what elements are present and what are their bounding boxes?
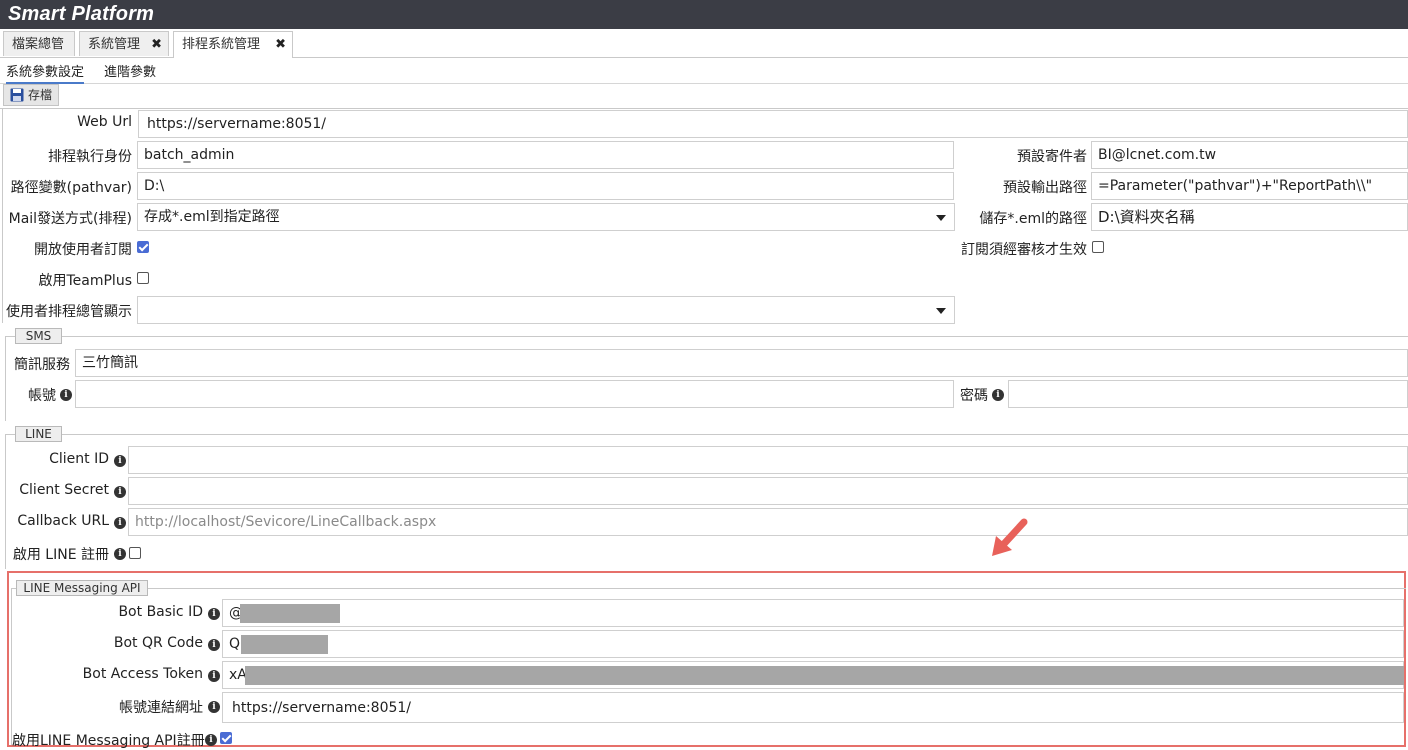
floppy-disk-icon bbox=[10, 88, 24, 102]
callback-url-label: Callback URL bbox=[17, 513, 109, 529]
caret-down-icon bbox=[936, 215, 946, 221]
eml-path-label: 儲存*.eml的路徑 bbox=[979, 211, 1087, 227]
sms-account-input[interactable] bbox=[75, 380, 954, 408]
info-icon[interactable]: i bbox=[205, 734, 217, 746]
bot-access-token-label: Bot Access Token bbox=[82, 666, 203, 682]
bot-basic-id-input[interactable]: @ bbox=[222, 599, 1404, 627]
tab-label: 檔案總管 bbox=[12, 37, 65, 52]
sms-account-label: 帳號 bbox=[28, 388, 56, 404]
tab-system-management[interactable]: 系統管理 ✖ bbox=[79, 31, 169, 56]
subscription-review-label: 訂閱須經審核才生效 bbox=[961, 242, 1087, 258]
info-icon[interactable]: i bbox=[114, 486, 126, 498]
save-button-label: 存檔 bbox=[28, 88, 53, 102]
user-schedule-display-label: 使用者排程總管顯示 bbox=[6, 304, 132, 320]
enable-line-register-label: 啟用 LINE 註冊 bbox=[12, 547, 109, 563]
info-icon[interactable]: i bbox=[208, 701, 220, 713]
enable-messaging-register-checkbox[interactable] bbox=[220, 732, 232, 744]
web-url-label: Web Url bbox=[77, 114, 132, 130]
open-subscription-checkbox[interactable] bbox=[137, 241, 149, 253]
sms-password-label: 密碼 bbox=[960, 388, 988, 404]
info-icon[interactable]: i bbox=[208, 639, 220, 651]
info-icon[interactable]: i bbox=[992, 389, 1004, 401]
app-title: Smart Platform bbox=[8, 3, 155, 25]
close-icon[interactable]: ✖ bbox=[151, 32, 162, 57]
caret-down-icon bbox=[936, 308, 946, 314]
user-schedule-display-select[interactable] bbox=[137, 296, 955, 324]
sms-password-input[interactable] bbox=[1008, 380, 1408, 408]
line-messaging-section-divider bbox=[11, 588, 1406, 589]
info-icon[interactable]: i bbox=[114, 548, 126, 560]
tab-label: 系統管理 bbox=[88, 37, 141, 52]
callback-url-input[interactable]: http://localhost/Sevicore/LineCallback.a… bbox=[128, 508, 1408, 536]
sms-section-divider bbox=[5, 336, 6, 421]
sub-tab-bar bbox=[0, 57, 1408, 84]
open-subscription-label: 開放使用者訂閱 bbox=[34, 242, 132, 258]
line-section-divider bbox=[5, 434, 1408, 435]
info-icon[interactable]: i bbox=[60, 389, 72, 401]
client-secret-label: Client Secret bbox=[19, 482, 109, 498]
pathvar-label: 路徑變數(pathvar) bbox=[10, 180, 132, 196]
subscription-review-checkbox[interactable] bbox=[1092, 241, 1104, 253]
enable-teamplus-label: 啟用TeamPlus bbox=[38, 273, 132, 289]
default-output-path-label: 預設輸出路徑 bbox=[1003, 180, 1087, 196]
client-id-input[interactable] bbox=[128, 446, 1408, 474]
sms-section-divider bbox=[5, 336, 1408, 337]
enable-line-register-checkbox[interactable] bbox=[129, 547, 141, 559]
enable-teamplus-checkbox[interactable] bbox=[137, 272, 149, 284]
exec-identity-label: 排程執行身份 bbox=[48, 149, 132, 165]
bot-qr-code-label: Bot QR Code bbox=[113, 635, 203, 651]
annotation-arrow-icon bbox=[992, 518, 1028, 556]
account-link-url-input[interactable]: https://servername:8051/ bbox=[222, 692, 1404, 723]
sms-service-input[interactable]: 三竹簡訊 bbox=[75, 349, 1408, 377]
eml-path-input[interactable]: D:\資料夾名稱 bbox=[1091, 203, 1408, 231]
default-sender-label: 預設寄件者 bbox=[1017, 149, 1087, 165]
redaction-mask bbox=[240, 604, 340, 623]
pathvar-input[interactable]: D:\ bbox=[137, 172, 954, 200]
subtab-advanced-params[interactable]: 進階參數 bbox=[104, 61, 156, 80]
mail-method-value: 存成*.eml到指定路徑 bbox=[144, 209, 280, 225]
client-secret-input[interactable] bbox=[128, 477, 1408, 505]
info-icon[interactable]: i bbox=[208, 608, 220, 620]
enable-messaging-register-label: 啟用LINE Messaging API註冊 bbox=[12, 733, 205, 749]
title-bar: Smart Platform bbox=[0, 0, 1408, 29]
close-icon[interactable]: ✖ bbox=[275, 32, 286, 57]
default-output-path-input[interactable]: =Parameter("pathvar")+"ReportPath\\" bbox=[1091, 172, 1408, 200]
mail-method-label: Mail發送方式(排程) bbox=[8, 211, 132, 227]
bot-basic-id-label: Bot Basic ID bbox=[118, 604, 203, 620]
web-url-input[interactable]: https://servername:8051/ bbox=[138, 110, 1408, 138]
tab-file-manager[interactable]: 檔案總管 bbox=[3, 31, 75, 56]
exec-identity-input[interactable]: batch_admin bbox=[137, 141, 954, 169]
info-icon[interactable]: i bbox=[114, 455, 126, 467]
sms-service-label: 簡訊服務 bbox=[14, 357, 70, 373]
info-icon[interactable]: i bbox=[114, 517, 126, 529]
account-link-url-label: 帳號連結網址 bbox=[119, 700, 203, 716]
subtab-system-params[interactable]: 系統參數設定 bbox=[6, 61, 85, 84]
default-sender-input[interactable]: BI@lcnet.com.tw bbox=[1091, 141, 1408, 169]
line-messaging-legend: LINE Messaging API bbox=[16, 580, 148, 596]
sms-legend: SMS bbox=[15, 328, 62, 344]
tab-schedule-system-management[interactable]: 排程系統管理 ✖ bbox=[173, 31, 293, 58]
mail-method-select[interactable]: 存成*.eml到指定路徑 bbox=[137, 203, 955, 231]
info-icon[interactable]: i bbox=[208, 670, 220, 682]
client-id-label: Client ID bbox=[49, 451, 109, 467]
redaction-mask bbox=[241, 635, 328, 654]
bot-qr-code-input[interactable]: QF bbox=[222, 630, 1404, 658]
tab-label: 排程系統管理 bbox=[182, 37, 261, 52]
save-button[interactable]: 存檔 bbox=[3, 84, 59, 106]
divider bbox=[0, 108, 1408, 109]
redaction-mask bbox=[245, 666, 1404, 685]
line-legend: LINE bbox=[15, 426, 62, 442]
